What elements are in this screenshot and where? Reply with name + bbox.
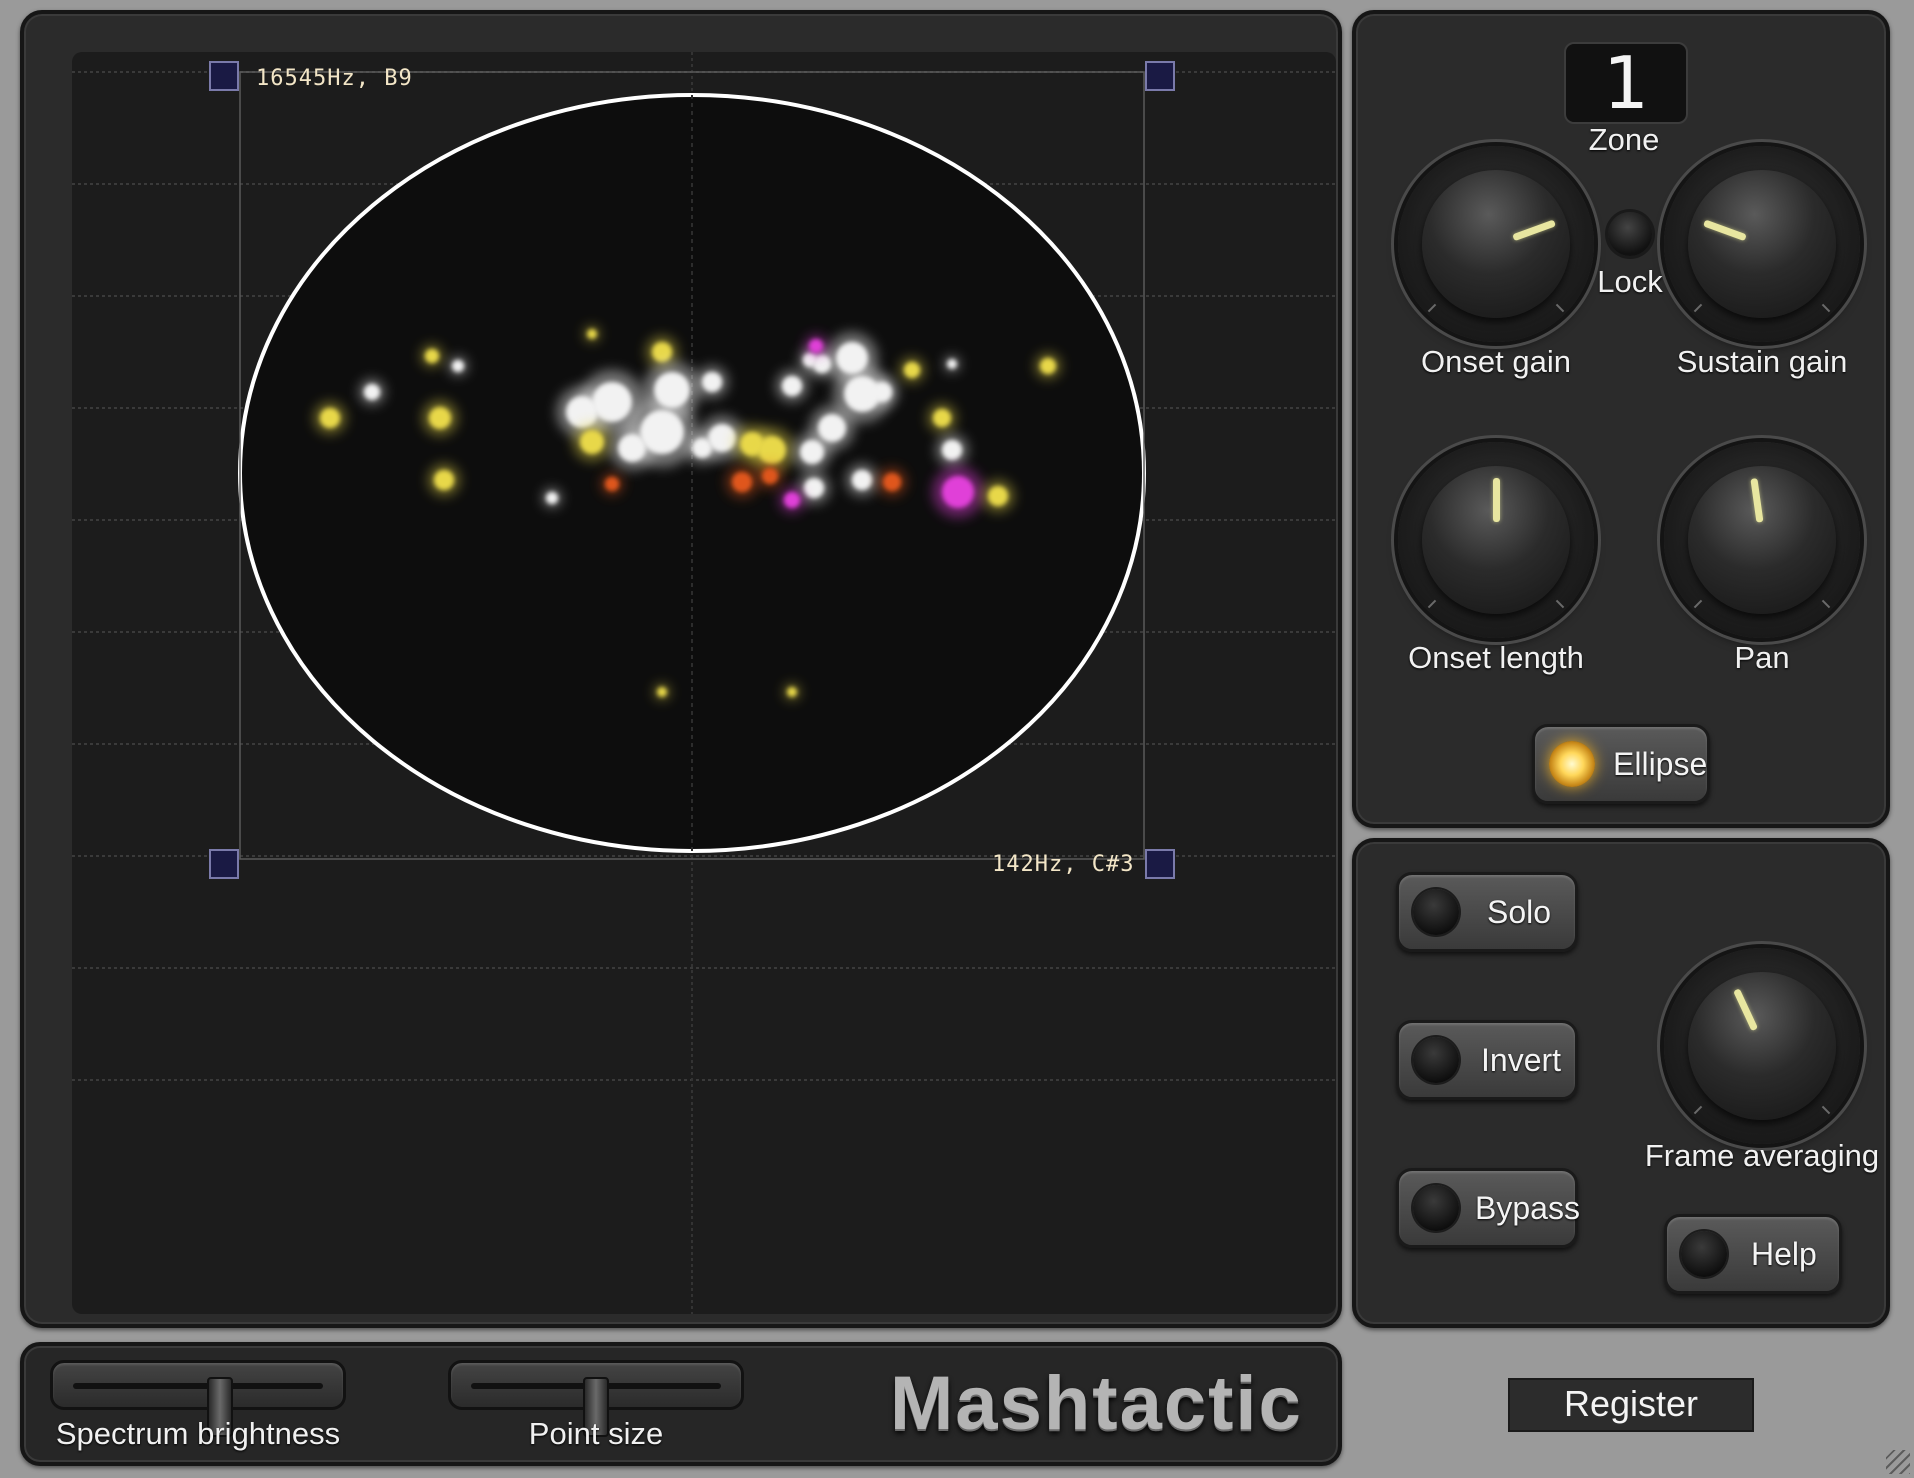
spectrum-point (784, 492, 800, 508)
knob-tick (1428, 599, 1437, 608)
zone-number[interactable]: 1 (1564, 42, 1688, 124)
spectrum-display[interactable]: 16545Hz, B9 142Hz, C#3 (72, 52, 1336, 1314)
spectrum-brightness-slider[interactable] (50, 1360, 346, 1437)
onset-gain-knob[interactable] (1398, 146, 1594, 342)
spectrum-point (787, 687, 797, 697)
help-led-icon (1681, 1231, 1727, 1277)
point-size-slider[interactable] (448, 1360, 744, 1437)
help-button-label: Help (1751, 1236, 1817, 1272)
invert-button[interactable]: Invert (1396, 1020, 1578, 1100)
pan-knob[interactable] (1664, 442, 1860, 638)
spectrum-point (942, 440, 962, 460)
knob-pointer-icon (1511, 219, 1556, 242)
knob-tick (1821, 1105, 1830, 1114)
spectrum-point (654, 372, 690, 408)
solo-button-label: Solo (1487, 894, 1552, 930)
solo-led-icon (1413, 889, 1459, 935)
spectrum-point (782, 376, 802, 396)
lock-toggle[interactable] (1608, 212, 1652, 256)
spectrum-point (758, 436, 786, 464)
spectrum-point (652, 342, 672, 362)
bypass-led-icon (1413, 1185, 1459, 1231)
spectrum-point (1040, 358, 1056, 374)
handle-top-right[interactable] (1145, 61, 1175, 91)
spectrum-point (804, 478, 824, 498)
spectrum-point (933, 409, 951, 427)
frame-averaging-label: Frame averaging (1644, 1138, 1880, 1173)
ellipse-led-icon (1549, 741, 1595, 787)
point-size-label: Point size (528, 1416, 664, 1451)
spectrum-point (702, 372, 722, 392)
sustain-gain-label: Sustain gain (1676, 344, 1848, 379)
knob-pointer-icon (1492, 478, 1500, 522)
spectrum-point (732, 472, 752, 492)
zone-panel: 1 Zone Onset gain Lock Sustain gain Onse… (1352, 10, 1890, 828)
spectrum-point (320, 408, 340, 428)
spectrum-point (452, 360, 464, 372)
knob-tick (1694, 1105, 1703, 1114)
upper-frequency-label: 16545Hz, B9 (256, 66, 413, 91)
solo-button[interactable]: Solo (1396, 872, 1578, 952)
sustain-gain-knob[interactable] (1664, 146, 1860, 342)
knob-pointer-icon (1749, 478, 1763, 523)
lower-frequency-label: 142Hz, C#3 (992, 852, 1135, 877)
bottom-panel: Spectrum brightness Point size Mashtacti… (20, 1342, 1342, 1466)
onset-length-knob[interactable] (1398, 442, 1594, 638)
resize-grip-icon[interactable] (1886, 1450, 1910, 1474)
spectrum-point (852, 470, 872, 490)
spectrum-point (657, 687, 667, 697)
spectrum-point (904, 362, 920, 378)
onset-gain-label: Onset gain (1421, 344, 1571, 379)
frame-averaging-knob[interactable] (1664, 948, 1860, 1144)
pan-label: Pan (1734, 640, 1790, 675)
spectrum-canvas[interactable] (72, 52, 1336, 1314)
invert-led-icon (1413, 1037, 1459, 1083)
spectrum-point (942, 476, 974, 508)
spectrum-display-panel: 16545Hz, B9 142Hz, C#3 (20, 10, 1342, 1328)
spectrum-point (587, 329, 597, 339)
spectrum-point (809, 339, 823, 353)
zone-label: Zone (1588, 122, 1660, 157)
bypass-button[interactable]: Bypass (1396, 1168, 1580, 1248)
spectrum-point (429, 407, 451, 429)
handle-top-left[interactable] (209, 61, 239, 91)
lock-label: Lock (1597, 264, 1663, 299)
handle-bottom-left[interactable] (209, 849, 239, 879)
spectrum-point (947, 359, 957, 369)
spectrum-brightness-label: Spectrum brightness (55, 1416, 341, 1451)
invert-button-label: Invert (1481, 1042, 1562, 1078)
help-button[interactable]: Help (1664, 1214, 1842, 1294)
ellipse-button[interactable]: Ellipse (1532, 724, 1710, 804)
onset-length-label: Onset length (1408, 640, 1584, 675)
spectrum-point (605, 477, 619, 491)
knob-tick (1555, 303, 1564, 312)
knob-tick (1428, 303, 1437, 312)
knob-tick (1821, 303, 1830, 312)
spectrum-point (883, 473, 901, 491)
knob-tick (1555, 599, 1564, 608)
spectrum-point (580, 430, 604, 454)
handle-bottom-right[interactable] (1145, 849, 1175, 879)
spectrum-point (434, 470, 454, 490)
bypass-button-label: Bypass (1475, 1190, 1580, 1226)
ellipse-button-label: Ellipse (1613, 746, 1708, 782)
spectrum-point (425, 349, 439, 363)
knob-pointer-icon (1732, 988, 1758, 1032)
control-panel: Solo Invert Bypass Frame averaging Help (1352, 838, 1890, 1328)
spectrum-point (762, 468, 778, 484)
spectrum-point (988, 486, 1008, 506)
spectrum-point (708, 424, 736, 452)
spectrum-point (592, 382, 632, 422)
spectrum-point (364, 384, 380, 400)
register-button[interactable]: Register (1508, 1378, 1754, 1432)
app-logo: Mashtactic (890, 1361, 1303, 1446)
knob-tick (1694, 599, 1703, 608)
spectrum-point (546, 492, 558, 504)
knob-pointer-icon (1702, 219, 1747, 242)
knob-tick (1821, 599, 1830, 608)
spectrum-point (800, 440, 824, 464)
spectrum-point (872, 382, 892, 402)
knob-tick (1694, 303, 1703, 312)
